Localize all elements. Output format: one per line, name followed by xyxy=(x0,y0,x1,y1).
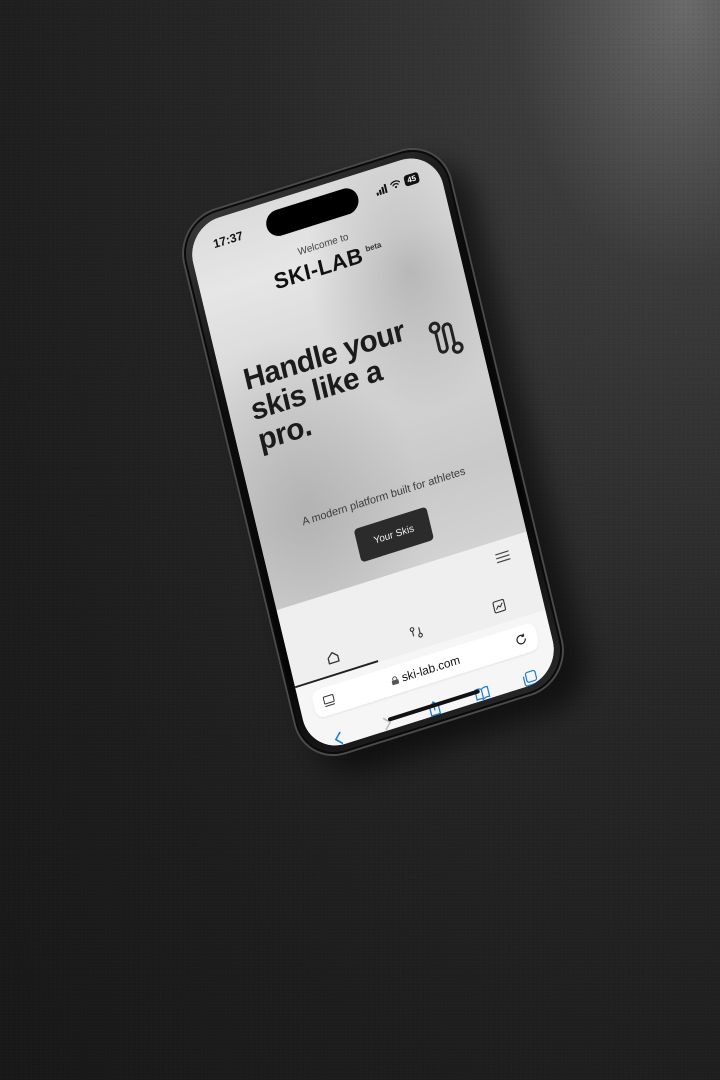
lock-icon xyxy=(391,676,400,686)
status-time: 17:37 xyxy=(211,228,245,252)
battery-icon: 45 xyxy=(403,171,421,187)
home-icon xyxy=(327,652,340,665)
wifi-icon xyxy=(390,180,401,189)
url-text: ski-lab.com xyxy=(400,652,462,685)
beta-badge: beta xyxy=(364,240,383,254)
back-icon[interactable] xyxy=(330,728,349,748)
tabs-icon[interactable] xyxy=(520,668,539,688)
menu-icon[interactable] xyxy=(495,550,511,564)
chart-icon xyxy=(492,598,507,614)
signal-icon xyxy=(375,182,388,196)
route-icon xyxy=(409,627,423,638)
